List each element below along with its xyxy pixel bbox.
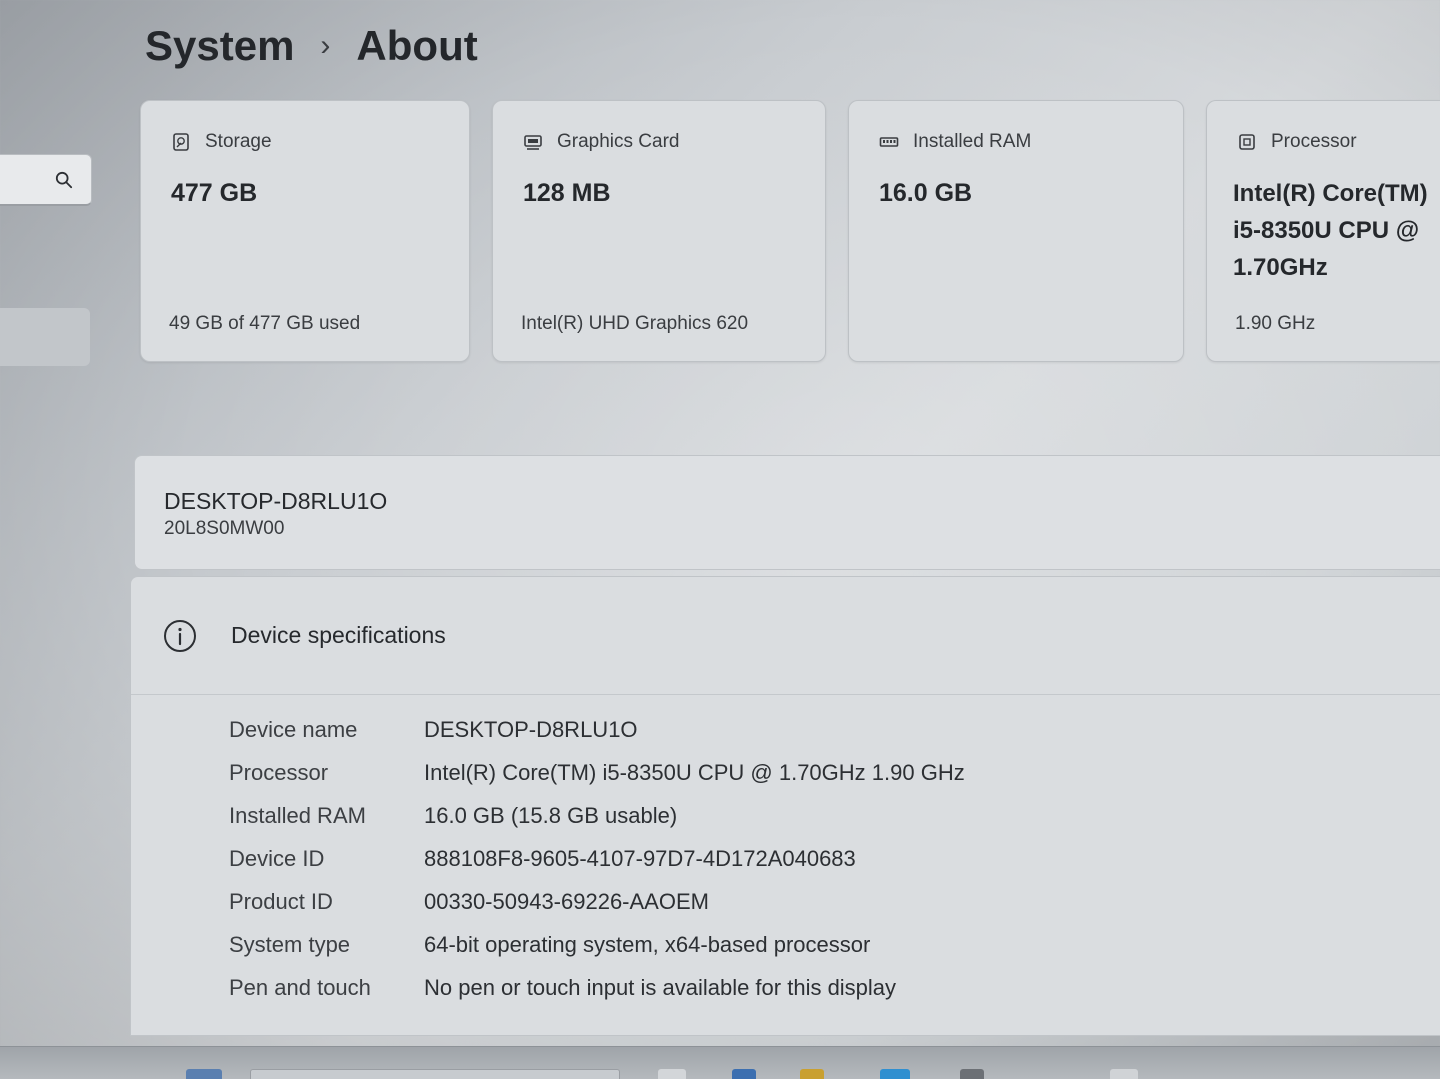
device-specifications-header[interactable]: Device specifications (131, 577, 1440, 695)
device-name-panel[interactable]: DESKTOP-D8RLU1O 20L8S0MW00 (134, 455, 1440, 570)
taskbar-app-icon[interactable] (1110, 1069, 1138, 1079)
taskbar-app-icon[interactable] (880, 1069, 910, 1079)
breadcrumb: System › About (145, 18, 478, 74)
spec-value: 888108F8-9605-4107-97D7-4D172A040683 (424, 846, 856, 871)
processor-card-speed: 1.90 GHz (1235, 313, 1316, 334)
spec-row-device-name: Device name DESKTOP-D8RLU1O (131, 711, 1440, 751)
spec-row-device-id: Device ID 888108F8-9605-4107-97D7-4D172A… (131, 840, 1440, 880)
graphics-card-model: Intel(R) UHD Graphics 620 (521, 313, 749, 334)
graphics-card-card[interactable]: Graphics Card 128 MB Intel(R) UHD Graphi… (492, 100, 826, 362)
processor-card-title: Processor (1271, 131, 1357, 152)
page-title: About (356, 22, 478, 69)
processor-card-value: Intel(R) Core(TM) i5-8350U CPU @ 1.70GHz (1233, 180, 1428, 281)
spec-row-system-type: System type 64-bit operating system, x64… (131, 926, 1440, 966)
taskbar-app-icon[interactable] (732, 1069, 756, 1079)
taskbar-app-icon[interactable] (800, 1069, 824, 1079)
graphics-card-icon (524, 135, 542, 150)
storage-card-usage: 49 GB of 477 GB used (169, 313, 361, 334)
graphics-card-value: 128 MB (523, 179, 611, 207)
spec-row-processor: Processor Intel(R) Core(TM) i5-8350U CPU… (131, 754, 1440, 794)
storage-icon (173, 133, 189, 151)
search-icon[interactable] (55, 171, 73, 189)
spec-row-pen-and-touch: Pen and touch No pen or touch input is a… (131, 969, 1440, 1009)
spec-value: 64-bit operating system, x64-based proce… (424, 932, 871, 957)
spec-label: Device ID (229, 846, 325, 871)
storage-card-title: Storage (205, 131, 272, 152)
spec-row-product-id: Product ID 00330-50943-69226-AAOEM (131, 883, 1440, 923)
breadcrumb-separator: › (320, 29, 331, 62)
spec-label: Device name (229, 717, 358, 742)
installed-ram-value: 16.0 GB (879, 179, 973, 207)
settings-search-box[interactable] (0, 154, 92, 206)
installed-ram-title: Installed RAM (913, 131, 1032, 152)
spec-value: DESKTOP-D8RLU1O (424, 717, 638, 742)
taskbar-search-box[interactable] (250, 1069, 620, 1079)
taskbar (0, 1046, 1440, 1079)
start-button[interactable] (186, 1069, 222, 1079)
spec-label: Pen and touch (229, 975, 371, 1000)
processor-icon (1239, 134, 1255, 150)
breadcrumb-parent[interactable]: System (145, 22, 294, 70)
processor-card[interactable]: Processor Intel(R) Core(TM) i5-8350U CPU… (1206, 100, 1440, 362)
spec-label: Product ID (229, 889, 333, 914)
installed-ram-header: Installed RAM (879, 131, 1031, 153)
spec-label: Installed RAM (229, 803, 366, 828)
device-name: DESKTOP-D8RLU1O (164, 488, 388, 514)
spec-value: 16.0 GB (15.8 GB usable) (424, 803, 678, 828)
storage-card-value: 477 GB (171, 179, 258, 207)
graphics-card-header: Graphics Card (523, 131, 680, 153)
storage-card-header: Storage (171, 131, 272, 153)
spec-value: Intel(R) Core(TM) i5-8350U CPU @ 1.70GHz… (424, 760, 965, 785)
sidebar-selected-item[interactable] (0, 308, 90, 366)
spec-row-installed-ram: Installed RAM 16.0 GB (15.8 GB usable) (131, 797, 1440, 837)
spec-label: System type (229, 932, 351, 957)
spec-value: 00330-50943-69226-AAOEM (424, 889, 709, 914)
spec-value: No pen or touch input is available for t… (424, 975, 897, 1000)
processor-card-header: Processor (1237, 131, 1357, 153)
storage-card[interactable]: Storage 477 GB 49 GB of 477 GB used (140, 100, 470, 362)
graphics-card-title: Graphics Card (557, 131, 680, 152)
device-model: 20L8S0MW00 (164, 518, 285, 539)
taskbar-app-icon[interactable] (960, 1069, 984, 1079)
device-specifications-title: Device specifications (231, 622, 446, 648)
spec-label: Processor (229, 760, 329, 785)
info-icon (164, 620, 196, 652)
installed-ram-card[interactable]: Installed RAM 16.0 GB (848, 100, 1184, 362)
ram-icon (879, 137, 899, 147)
taskbar-app-icon[interactable] (658, 1069, 686, 1079)
device-specifications-panel: Device specifications Device name DESKTO… (130, 576, 1440, 1036)
